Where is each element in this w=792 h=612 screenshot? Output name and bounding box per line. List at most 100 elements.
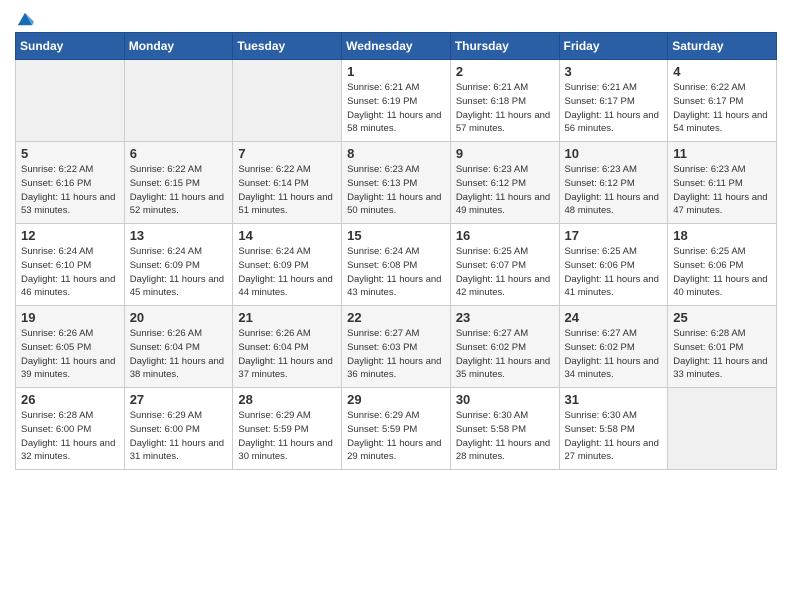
day-cell: 30 Sunrise: 6:30 AMSunset: 5:58 PMDayligh…	[450, 388, 559, 470]
day-cell: 13 Sunrise: 6:24 AMSunset: 6:09 PMDayligh…	[124, 224, 233, 306]
day-cell	[124, 60, 233, 142]
week-row-3: 12Sunrise: 6:24 AMSunset: 6:10 PMDayligh…	[16, 224, 777, 306]
day-cell: 14 Sunrise: 6:24 AMSunset: 6:09 PMDayligh…	[233, 224, 342, 306]
day-info: Sunrise: 6:22 AMSunset: 6:16 PMDaylight:…	[21, 163, 119, 218]
calendar: SundayMondayTuesdayWednesdayThursdayFrid…	[15, 32, 777, 470]
day-info: Sunrise: 6:28 AMSunset: 6:00 PMDaylight:…	[21, 409, 119, 464]
day-info: Sunrise: 6:21 AMSunset: 6:17 PMDaylight:…	[565, 81, 663, 136]
day-number: 8	[347, 146, 445, 161]
day-number: 19	[21, 310, 119, 325]
weekday-header-row: SundayMondayTuesdayWednesdayThursdayFrid…	[16, 33, 777, 60]
day-info: Sunrise: 6:21 AMSunset: 6:18 PMDaylight:…	[456, 81, 554, 136]
weekday-monday: Monday	[124, 33, 233, 60]
day-info: Sunrise: 6:25 AMSunset: 6:06 PMDaylight:…	[565, 245, 663, 300]
day-cell: 21Sunrise: 6:26 AMSunset: 6:04 PMDayligh…	[233, 306, 342, 388]
day-number: 22	[347, 310, 445, 325]
day-number: 6	[130, 146, 228, 161]
day-cell: 4Sunrise: 6:22 AMSunset: 6:17 PMDaylight…	[668, 60, 777, 142]
day-cell: 1 Sunrise: 6:21 AMSunset: 6:19 PMDaylight…	[342, 60, 451, 142]
week-row-2: 5 Sunrise: 6:22 AMSunset: 6:16 PMDaylight…	[16, 142, 777, 224]
day-info: Sunrise: 6:29 AMSunset: 6:00 PMDaylight:…	[130, 409, 228, 464]
day-cell: 19 Sunrise: 6:26 AMSunset: 6:05 PMDayligh…	[16, 306, 125, 388]
weekday-thursday: Thursday	[450, 33, 559, 60]
day-cell: 27 Sunrise: 6:29 AMSunset: 6:00 PMDayligh…	[124, 388, 233, 470]
day-number: 30	[456, 392, 554, 407]
page: SundayMondayTuesdayWednesdayThursdayFrid…	[0, 0, 792, 612]
weekday-sunday: Sunday	[16, 33, 125, 60]
day-info: Sunrise: 6:29 AMSunset: 5:59 PMDaylight:…	[347, 409, 445, 464]
day-number: 11	[673, 146, 771, 161]
day-cell: 23Sunrise: 6:27 AMSunset: 6:02 PMDayligh…	[450, 306, 559, 388]
day-cell: 3 Sunrise: 6:21 AMSunset: 6:17 PMDaylight…	[559, 60, 668, 142]
week-row-4: 19 Sunrise: 6:26 AMSunset: 6:05 PMDayligh…	[16, 306, 777, 388]
day-cell: 24 Sunrise: 6:27 AMSunset: 6:02 PMDayligh…	[559, 306, 668, 388]
day-cell: 8 Sunrise: 6:23 AMSunset: 6:13 PMDaylight…	[342, 142, 451, 224]
day-number: 27	[130, 392, 228, 407]
day-info: Sunrise: 6:23 AMSunset: 6:11 PMDaylight:…	[673, 163, 771, 218]
day-number: 9	[456, 146, 554, 161]
day-number: 24	[565, 310, 663, 325]
day-number: 28	[238, 392, 336, 407]
day-cell: 26 Sunrise: 6:28 AMSunset: 6:00 PMDayligh…	[16, 388, 125, 470]
day-info: Sunrise: 6:24 AMSunset: 6:08 PMDaylight:…	[347, 245, 445, 300]
day-info: Sunrise: 6:26 AMSunset: 6:05 PMDaylight:…	[21, 327, 119, 382]
day-cell: 22Sunrise: 6:27 AMSunset: 6:03 PMDayligh…	[342, 306, 451, 388]
day-info: Sunrise: 6:23 AMSunset: 6:13 PMDaylight:…	[347, 163, 445, 218]
day-info: Sunrise: 6:26 AMSunset: 6:04 PMDaylight:…	[130, 327, 228, 382]
day-number: 13	[130, 228, 228, 243]
header	[15, 10, 777, 24]
weekday-wednesday: Wednesday	[342, 33, 451, 60]
day-cell: 31Sunrise: 6:30 AMSunset: 5:58 PMDayligh…	[559, 388, 668, 470]
day-number: 3	[565, 64, 663, 79]
day-cell: 29Sunrise: 6:29 AMSunset: 5:59 PMDayligh…	[342, 388, 451, 470]
day-info: Sunrise: 6:23 AMSunset: 6:12 PMDaylight:…	[565, 163, 663, 218]
day-number: 14	[238, 228, 336, 243]
day-info: Sunrise: 6:29 AMSunset: 5:59 PMDaylight:…	[238, 409, 336, 464]
day-cell: 9Sunrise: 6:23 AMSunset: 6:12 PMDaylight…	[450, 142, 559, 224]
day-number: 15	[347, 228, 445, 243]
day-number: 20	[130, 310, 228, 325]
weekday-tuesday: Tuesday	[233, 33, 342, 60]
logo	[15, 10, 34, 24]
day-number: 1	[347, 64, 445, 79]
day-cell	[233, 60, 342, 142]
day-info: Sunrise: 6:24 AMSunset: 6:09 PMDaylight:…	[238, 245, 336, 300]
day-info: Sunrise: 6:27 AMSunset: 6:02 PMDaylight:…	[565, 327, 663, 382]
day-number: 26	[21, 392, 119, 407]
day-info: Sunrise: 6:21 AMSunset: 6:19 PMDaylight:…	[347, 81, 445, 136]
day-number: 25	[673, 310, 771, 325]
day-info: Sunrise: 6:30 AMSunset: 5:58 PMDaylight:…	[456, 409, 554, 464]
day-info: Sunrise: 6:24 AMSunset: 6:09 PMDaylight:…	[130, 245, 228, 300]
day-cell: 17 Sunrise: 6:25 AMSunset: 6:06 PMDayligh…	[559, 224, 668, 306]
day-number: 5	[21, 146, 119, 161]
week-row-5: 26 Sunrise: 6:28 AMSunset: 6:00 PMDayligh…	[16, 388, 777, 470]
day-number: 17	[565, 228, 663, 243]
weekday-saturday: Saturday	[668, 33, 777, 60]
day-info: Sunrise: 6:22 AMSunset: 6:15 PMDaylight:…	[130, 163, 228, 218]
day-info: Sunrise: 6:22 AMSunset: 6:14 PMDaylight:…	[238, 163, 336, 218]
day-info: Sunrise: 6:22 AMSunset: 6:17 PMDaylight:…	[673, 81, 771, 136]
day-info: Sunrise: 6:25 AMSunset: 6:07 PMDaylight:…	[456, 245, 554, 300]
logo-icon	[16, 10, 34, 28]
day-number: 23	[456, 310, 554, 325]
day-number: 18	[673, 228, 771, 243]
day-cell: 20 Sunrise: 6:26 AMSunset: 6:04 PMDayligh…	[124, 306, 233, 388]
day-cell: 5 Sunrise: 6:22 AMSunset: 6:16 PMDaylight…	[16, 142, 125, 224]
day-number: 7	[238, 146, 336, 161]
day-number: 31	[565, 392, 663, 407]
day-number: 12	[21, 228, 119, 243]
day-cell: 11 Sunrise: 6:23 AMSunset: 6:11 PMDayligh…	[668, 142, 777, 224]
day-cell: 12Sunrise: 6:24 AMSunset: 6:10 PMDayligh…	[16, 224, 125, 306]
day-number: 2	[456, 64, 554, 79]
day-cell: 15 Sunrise: 6:24 AMSunset: 6:08 PMDayligh…	[342, 224, 451, 306]
day-cell: 7 Sunrise: 6:22 AMSunset: 6:14 PMDaylight…	[233, 142, 342, 224]
day-number: 21	[238, 310, 336, 325]
weekday-friday: Friday	[559, 33, 668, 60]
day-cell: 10Sunrise: 6:23 AMSunset: 6:12 PMDayligh…	[559, 142, 668, 224]
day-cell: 28 Sunrise: 6:29 AMSunset: 5:59 PMDayligh…	[233, 388, 342, 470]
day-cell: 2 Sunrise: 6:21 AMSunset: 6:18 PMDaylight…	[450, 60, 559, 142]
week-row-1: 1 Sunrise: 6:21 AMSunset: 6:19 PMDaylight…	[16, 60, 777, 142]
day-cell: 6 Sunrise: 6:22 AMSunset: 6:15 PMDaylight…	[124, 142, 233, 224]
day-cell: 25Sunrise: 6:28 AMSunset: 6:01 PMDayligh…	[668, 306, 777, 388]
day-cell: 18Sunrise: 6:25 AMSunset: 6:06 PMDayligh…	[668, 224, 777, 306]
